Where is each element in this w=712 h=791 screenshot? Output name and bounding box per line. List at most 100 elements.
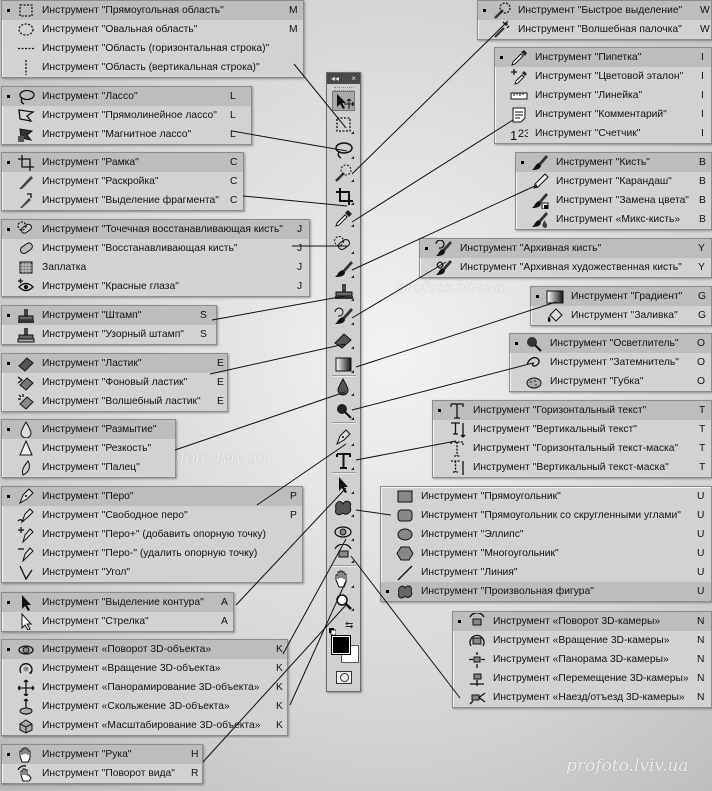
brush-menu-item[interactable]: Инструмент "Замена цвета" B [516, 191, 711, 210]
blur-tool-icon[interactable] [332, 377, 355, 397]
3d-camera-menu-item[interactable]: Инструмент «Панорама 3D-камеры» N [453, 650, 711, 669]
eyedropper-menu-item[interactable]: 1 23 Инструмент "Счетчик" I [495, 124, 711, 143]
eyedropper-menu-item[interactable]: Инструмент "Линейка" I [495, 86, 711, 105]
dodge-menu-item[interactable]: Инструмент "Осветлитель" O [510, 334, 711, 353]
default-colors-icon[interactable] [329, 622, 337, 636]
marquee-menu-item[interactable]: Инструмент "Область (горизонтальная стро… [2, 39, 303, 58]
lasso-menu-item[interactable]: Инструмент "Лассо" L [2, 87, 251, 106]
shape-menu-item[interactable]: Инструмент "Прямоугольник" U [381, 487, 711, 506]
dodge-menu-item[interactable]: Инструмент "Затемнитель" O [510, 353, 711, 372]
hand-menu-item[interactable]: Инструмент "Поворот вида" R [2, 764, 202, 783]
healing-menu-item[interactable]: Заплатка J [2, 258, 309, 277]
eyedropper-menu-item[interactable]: Инструмент "Комментарий" I [495, 105, 711, 124]
brush-menu-item[interactable]: Инструмент "Кисть" B [516, 153, 711, 172]
path-select-tool-icon[interactable] [332, 475, 355, 495]
gradient-menu-item[interactable]: Инструмент "Градиент" G [531, 287, 711, 306]
stamp-menu-item[interactable]: Инструмент "Штамп" S [2, 306, 216, 325]
3d-object-menu-item[interactable]: Инструмент «Скольжение 3D-объекта» K [2, 697, 287, 716]
pen-menu-item[interactable]: Инструмент "Угол" [2, 563, 302, 582]
3d-object-menu-item[interactable]: Инструмент «Вращение 3D-объекта» K [2, 659, 287, 678]
pen-tool-icon[interactable] [332, 427, 355, 447]
eraser-menu-item[interactable]: Инструмент "Волшебный ластик" E [2, 392, 227, 411]
lasso-menu-item[interactable]: Инструмент "Прямолинейное лассо" L [2, 106, 251, 125]
shape-menu-item[interactable]: Инструмент "Произвольная фигура" U [381, 582, 711, 601]
rect-marquee-tool-icon[interactable] [332, 115, 355, 135]
3d-camera-menu-item[interactable]: Инструмент «Перемещение 3D-камеры» N [453, 669, 711, 688]
eyedropper-tool-icon[interactable] [332, 208, 355, 228]
gradient-tool-icon[interactable] [332, 354, 355, 374]
quick-select-menu-item[interactable]: Инструмент "Волшебная палочка" W [478, 20, 711, 39]
shape-tool-icon[interactable] [332, 498, 355, 518]
crop-menu-item[interactable]: Инструмент "Выделение фрагмента" C [2, 191, 243, 210]
orbit-3d-camera-tool-icon[interactable] [332, 544, 355, 564]
pen-menu-item[interactable]: Инструмент "Перо-" (удалить опорную точк… [2, 544, 302, 563]
type-menu-item[interactable]: Инструмент "Горизонтальный текст-маска" T [433, 439, 711, 458]
healing-menu-item[interactable]: Инструмент "Точечная восстанавливающая к… [2, 220, 309, 239]
blur-menu-item[interactable]: Инструмент "Размытие" [2, 420, 175, 439]
stamp-menu-item[interactable]: Инструмент "Узорный штамп" S [2, 325, 216, 344]
healing-menu-item[interactable]: Инструмент "Красные глаза" J [2, 277, 309, 296]
crop-menu-item[interactable]: Инструмент "Рамка" C [2, 153, 243, 172]
eraser-tool-icon[interactable] [332, 330, 355, 350]
dodge-menu-item[interactable]: Инструмент "Губка" O [510, 372, 711, 391]
shape-menu-item[interactable]: Инструмент "Прямоугольник со скругленным… [381, 506, 711, 525]
eraser-menu-item[interactable]: Инструмент "Фоновый ластик" E [2, 373, 227, 392]
gradient-menu-item[interactable]: Инструмент "Заливка" G [531, 306, 711, 325]
type-menu-item[interactable]: Инструмент "Горизонтальный текст" T [433, 401, 711, 420]
close-panel-icon[interactable]: × [351, 73, 356, 84]
marquee-menu-item[interactable]: Инструмент "Овальная область" M [2, 20, 303, 39]
crop-menu-item[interactable]: Инструмент "Раскройка" C [2, 172, 243, 191]
marquee-menu-item[interactable]: Инструмент "Область (вертикальная строка… [2, 58, 303, 77]
3d-camera-menu-item[interactable]: Инструмент «Поворот 3D-камеры» N [453, 612, 711, 631]
blur-menu-item[interactable]: Инструмент "Резкость" [2, 439, 175, 458]
quick-select-menu-item[interactable]: Инструмент "Быстрое выделение" W [478, 1, 711, 20]
eraser-menu-item[interactable]: Инструмент "Ластик" E [2, 354, 227, 373]
history-brush-menu-item[interactable]: Инструмент "Архивная художественная кист… [420, 258, 711, 277]
3d-object-menu-item[interactable]: Инструмент «Масштабирование 3D-объекта» K [2, 716, 287, 735]
eyedropper-menu-item[interactable]: Инструмент "Пипетка" I [495, 48, 711, 67]
shape-menu-item[interactable]: Инструмент "Эллипс" U [381, 525, 711, 544]
pen-menu-item[interactable]: Инструмент "Перо" P [2, 487, 302, 506]
3d-camera-menu-item[interactable]: Инструмент «Вращение 3D-камеры» N [453, 631, 711, 650]
quick-select-tool-icon[interactable] [332, 163, 355, 183]
pen-menu-item[interactable]: Инструмент "Перо+" (добавить опорную точ… [2, 525, 302, 544]
shape-menu-item[interactable]: Инструмент "Линия" U [381, 563, 711, 582]
brush-menu-item[interactable]: Инструмент «Микс-кисть» B [516, 210, 711, 229]
lasso-tool-icon[interactable] [332, 140, 355, 160]
stamp-tool-icon[interactable] [332, 282, 355, 302]
type-menu-item[interactable]: Инструмент "Вертикальный текст-маска" T [433, 458, 711, 477]
swap-colors-icon[interactable]: ⇆ [345, 620, 353, 631]
blur-menu-item[interactable]: Инструмент "Палец" [2, 458, 175, 477]
path-select-menu-item[interactable]: Инструмент "Выделение контура" A [2, 593, 233, 612]
hand-tool-icon[interactable] [332, 569, 355, 589]
3d-object-menu-item[interactable]: Инструмент «Панорамирование 3D-объекта» K [2, 678, 287, 697]
dodge-tool-icon[interactable] [332, 401, 355, 421]
type-tool-icon[interactable] [332, 451, 355, 471]
spot-healing-tool-icon[interactable] [332, 235, 355, 255]
shape-menu-item[interactable]: Инструмент "Многоугольник" U [381, 544, 711, 563]
3d-object-menu-item[interactable]: Инструмент «Поворот 3D-объекта» K [2, 640, 287, 659]
type-menu-item[interactable]: Инструмент "Вертикальный текст" T [433, 420, 711, 439]
path-select-menu-item[interactable]: Инструмент "Стрелка" A [2, 612, 233, 631]
zoom-tool-icon[interactable] [332, 592, 355, 612]
history-brush-tool-icon[interactable] [332, 306, 355, 326]
move-tool-icon[interactable] [332, 91, 355, 111]
pen-menu-item[interactable]: Инструмент "Свободное перо" P [2, 506, 302, 525]
menu-item-label: Инструмент "Архивная кисть" [460, 243, 602, 254]
rotate-3d-tool-icon[interactable] [332, 522, 355, 542]
foreground-color-swatch[interactable] [331, 635, 351, 655]
eyedropper-menu-item[interactable]: Инструмент "Цветовой эталон" I [495, 67, 711, 86]
3d-camera-menu-item[interactable]: Инструмент «Наезд/отъезд 3D-камеры» N [453, 688, 711, 707]
stamp-tool-flyout-menu: Инструмент "Штамп" S Инструмент "Узорный ш… [1, 305, 217, 345]
brush-menu-item[interactable]: Инструмент "Карандаш" B [516, 172, 711, 191]
crop-tool-icon[interactable] [332, 186, 355, 206]
collapse-panel-icon[interactable]: ◂◂ [331, 73, 339, 84]
healing-menu-item[interactable]: Инструмент "Восстанавливающая кисть" J [2, 239, 309, 258]
quick-mask-icon[interactable] [336, 671, 352, 684]
3d-camera-roll-icon [468, 632, 486, 649]
brush-tool-icon[interactable] [332, 259, 355, 279]
lasso-menu-item[interactable]: Инструмент "Магнитное лассо" L [2, 125, 251, 144]
hand-menu-item[interactable]: Инструмент "Рука" H [2, 745, 202, 764]
history-brush-menu-item[interactable]: Инструмент "Архивная кисть" Y [420, 239, 711, 258]
marquee-menu-item[interactable]: Инструмент "Прямоугольная область" M [2, 1, 303, 20]
